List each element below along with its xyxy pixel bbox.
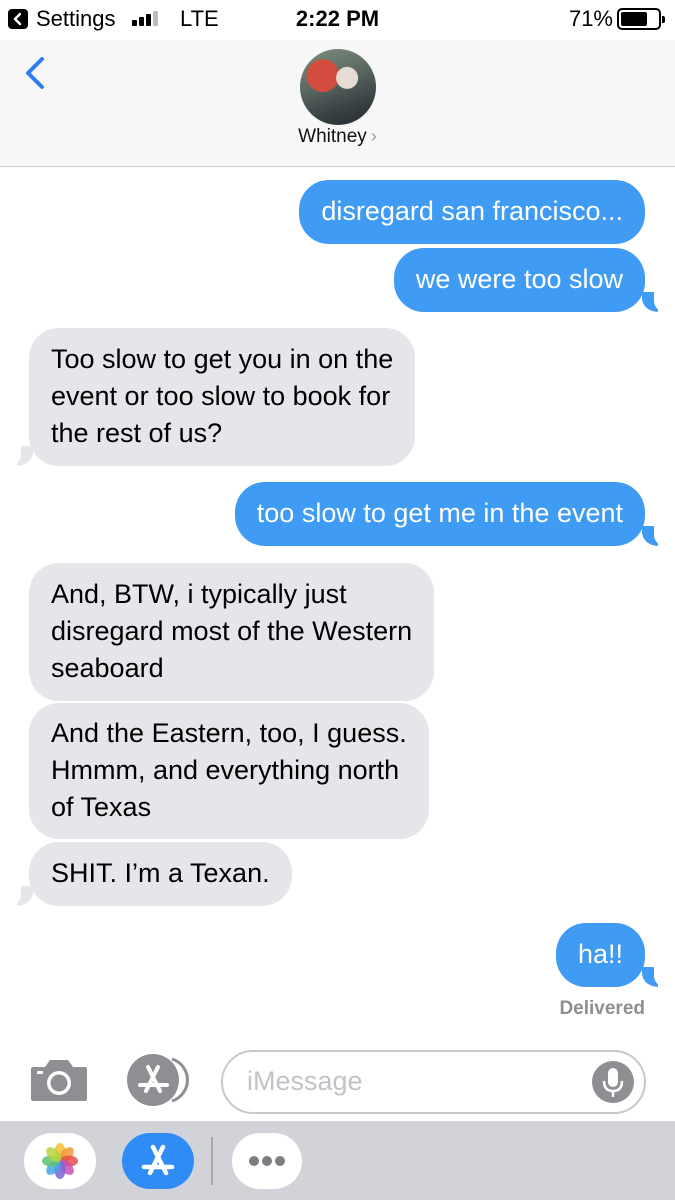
camera-icon [31,1060,87,1101]
more-icon [249,1156,285,1166]
message-line: SHIT. I’m a Texan. [51,858,270,888]
message-line: we were too slow [415,264,623,294]
bubble-tail [642,291,668,313]
message-bubble-received[interactable]: SHIT. I’m a Texan. [29,842,292,906]
message-line: disregard san francisco... [321,196,623,226]
apps-button[interactable] [126,1053,192,1107]
message-line: disregard most of the Western [51,616,413,646]
drawer-divider [211,1137,213,1185]
photos-icon [42,1143,78,1179]
message-input-placeholder: iMessage [247,1066,363,1096]
message-line: of Texas [51,792,152,822]
contact-name: Whitney [298,126,367,147]
chevron-left-icon [26,57,44,89]
more-apps-button[interactable] [232,1133,302,1189]
bubble-tail [7,445,33,467]
message-bubble-received[interactable]: And the Eastern, too, I guess. Hmmm, and… [29,703,429,839]
dictation-button[interactable] [592,1061,634,1103]
microphone-icon [602,1068,624,1097]
message-line: And, BTW, i typically just [51,579,347,609]
contact-avatar[interactable] [300,49,376,125]
message-bubble-sent[interactable]: we were too slow [393,248,645,312]
conversation-header: Whitney › [0,40,675,167]
app-drawer [0,1121,675,1200]
back-button[interactable] [20,53,50,93]
message-line: the rest of us? [51,418,223,448]
message-bubble-sent[interactable]: ha!! [555,923,645,987]
message-line: too slow to get me in the event [256,498,623,528]
battery-level [621,12,647,26]
photos-app-button[interactable] [24,1133,96,1189]
message-input[interactable]: iMessage [221,1050,646,1114]
message-bubble-received[interactable]: And, BTW, i typically just disregard mos… [29,563,435,701]
message-line: And the Eastern, too, I guess. [51,718,407,748]
status-bar: Settings LTE 2:22 PM 71% [0,0,675,40]
bubble-tail [7,885,33,907]
message-bubble-sent[interactable]: too slow to get me in the event [234,482,645,546]
message-line: event or too slow to book for [51,381,391,411]
message-line: Too slow to get you in on the [51,344,394,374]
app-store-icon [141,1144,175,1176]
bubble-tail [642,966,668,988]
battery-percent: 71% [568,6,613,31]
message-line: Hmmm, and everything north [51,755,400,785]
chevron-right-icon: › [370,126,377,146]
delivery-status: Delivered [559,998,645,1019]
bubble-tail [642,525,668,547]
message-line: ha!! [577,939,623,969]
message-line: seaboard [51,653,164,683]
battery-icon [617,8,665,30]
message-bubble-sent[interactable]: disregard san francisco... [299,180,645,244]
app-store-icon [127,1054,189,1106]
message-bubble-received[interactable]: Too slow to get you in on the event or t… [29,328,416,466]
camera-button[interactable] [29,1055,89,1105]
contact-name-button[interactable]: Whitney › [0,126,675,148]
app-store-app-button[interactable] [122,1133,194,1189]
